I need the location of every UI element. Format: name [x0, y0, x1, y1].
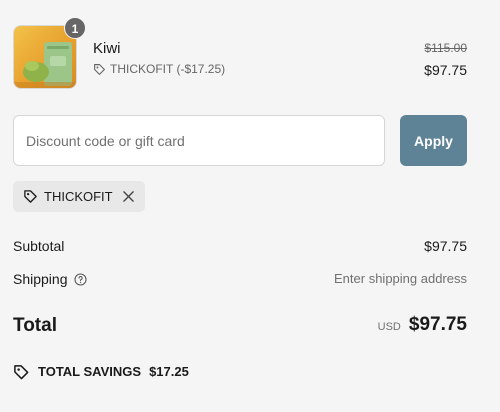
product-discount-label: THICKOFIT (-$17.25): [110, 62, 226, 76]
shipping-value: Enter shipping address: [334, 271, 467, 286]
savings-tag-icon: [14, 365, 29, 380]
tag-icon: [24, 190, 37, 203]
savings-value: $17.25: [149, 364, 189, 379]
tag-icon: [94, 63, 105, 75]
subtotal-label: Subtotal: [13, 238, 65, 254]
remove-discount-button[interactable]: [121, 190, 135, 204]
apply-button[interactable]: Apply: [400, 115, 467, 166]
help-icon[interactable]: [73, 272, 87, 286]
subtotal-value: $97.75: [424, 238, 467, 254]
total-amount-group: USD $97.75: [378, 314, 467, 336]
product-thumbnail-wrap: 1: [13, 17, 86, 89]
shipping-label-row: Shipping: [13, 271, 87, 287]
line-item: 1 Kiwi THICKOFIT (-$17.25) $115.00 $97.7…: [13, 17, 468, 89]
quantity-badge: 1: [64, 17, 86, 39]
shipping-label: Shipping: [13, 271, 68, 287]
total-currency: USD: [377, 321, 401, 333]
applied-discount-code: THICKOFIT: [44, 189, 113, 204]
discount-code-input[interactable]: [13, 115, 385, 166]
product-discount: THICKOFIT (-$17.25): [93, 62, 225, 76]
original-price: $115.00: [424, 41, 468, 55]
product-name: Kiwi: [93, 40, 121, 57]
savings-label: TOTAL SAVINGS: [38, 364, 142, 379]
total-savings: TOTAL SAVINGS $17.25: [13, 363, 189, 380]
discounted-price: $97.75: [424, 62, 467, 78]
total-amount: $97.75: [408, 314, 467, 335]
total-label: Total: [13, 315, 57, 336]
close-icon: [122, 191, 134, 202]
applied-discount-chip: THICKOFIT: [13, 181, 145, 212]
